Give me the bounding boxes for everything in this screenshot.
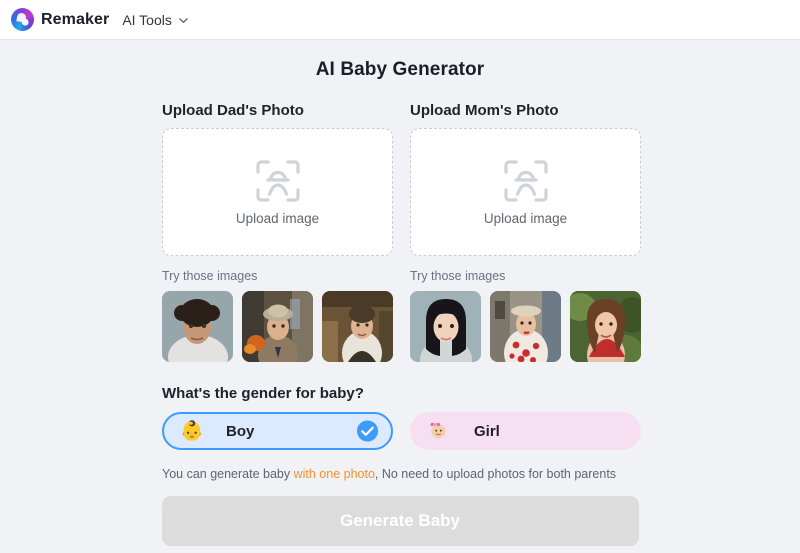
app-header: Remaker AI Tools <box>0 0 800 40</box>
hint-highlight: with one photo <box>293 467 375 481</box>
remaker-logo-icon <box>11 8 34 31</box>
page-title: AI Baby Generator <box>315 59 485 80</box>
gender-option-boy[interactable]: 👶 Boy <box>162 412 393 450</box>
baby-boy-icon: 👶 <box>180 420 204 442</box>
dad-dropzone[interactable]: Upload image <box>162 128 393 256</box>
mom-upload-column: Upload Mom's Photo Upload image Try thos… <box>410 102 641 362</box>
face-scan-icon <box>502 158 550 204</box>
dad-sample-2[interactable] <box>242 291 313 362</box>
mom-dropzone-label: Upload image <box>483 211 568 226</box>
gender-option-boy-label: Boy <box>226 422 255 440</box>
dad-sample-3[interactable] <box>322 291 393 362</box>
dad-sample-thumbnails <box>162 291 393 362</box>
mom-sample-2[interactable] <box>490 291 561 362</box>
page-body: AI Baby Generator Upload Dad's Photo Upl… <box>0 40 800 546</box>
one-photo-hint: You can generate baby with one photo, No… <box>162 467 800 481</box>
mom-sample-3[interactable] <box>570 291 641 362</box>
nav-ai-tools-label: AI Tools <box>122 11 172 28</box>
nav-ai-tools[interactable]: AI Tools <box>122 12 189 28</box>
dad-sample-1[interactable] <box>162 291 233 362</box>
dad-upload-column: Upload Dad's Photo Upload image Try thos… <box>162 102 393 362</box>
hint-text-after: , No need to upload photos for both pare… <box>374 467 617 481</box>
dad-dropzone-label: Upload image <box>235 211 320 226</box>
mom-column-title: Upload Mom's Photo <box>410 102 559 119</box>
gender-option-girl-label: Girl <box>474 422 500 440</box>
mom-sample-1[interactable] <box>410 291 481 362</box>
gender-option-girl[interactable]: Girl <box>410 412 641 450</box>
baby-girl-icon <box>428 419 452 444</box>
mom-try-label: Try those images <box>410 269 506 283</box>
dad-column-title: Upload Dad's Photo <box>162 102 304 119</box>
face-scan-icon <box>254 158 302 204</box>
chevron-down-icon <box>178 13 189 24</box>
mom-sample-thumbnails <box>410 291 641 362</box>
brand-name: Remaker <box>41 10 110 28</box>
gender-options: 👶 Boy Girl <box>0 412 800 450</box>
gender-question: What's the gender for baby? <box>162 385 364 402</box>
dad-try-label: Try those images <box>162 269 258 283</box>
mom-dropzone[interactable]: Upload image <box>410 128 641 256</box>
hint-text-before: You can generate baby <box>162 467 294 481</box>
upload-columns: Upload Dad's Photo Upload image Try thos… <box>0 102 800 362</box>
check-circle-icon <box>356 420 379 443</box>
brand-logo[interactable]: Remaker <box>11 8 109 31</box>
generate-baby-button[interactable]: Generate Baby <box>161 496 639 546</box>
